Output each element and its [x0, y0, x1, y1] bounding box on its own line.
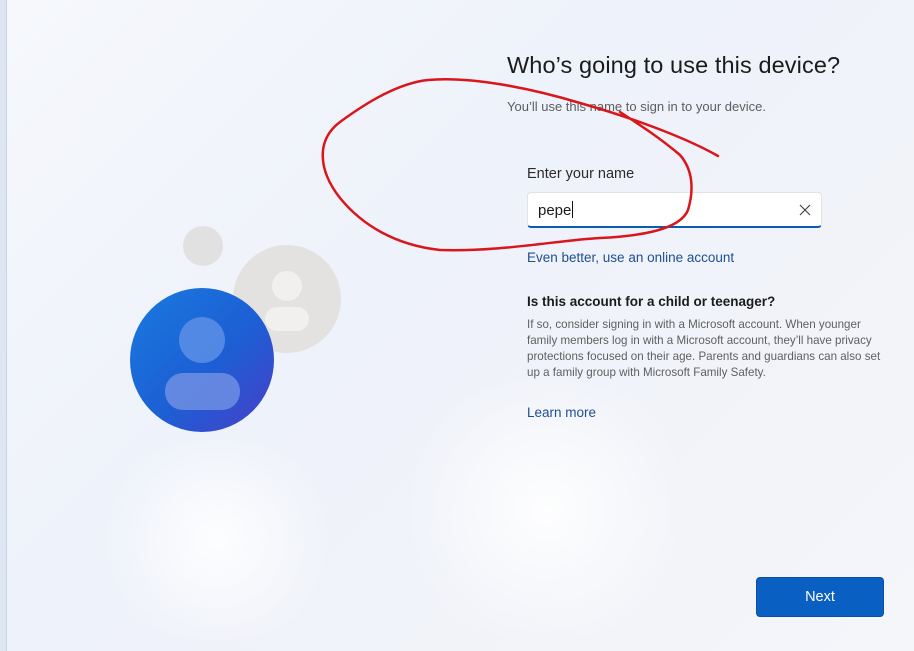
- clear-input-button[interactable]: [795, 200, 815, 220]
- online-account-link[interactable]: Even better, use an online account: [527, 250, 734, 265]
- name-input[interactable]: pepe: [527, 192, 822, 228]
- learn-more-link[interactable]: Learn more: [527, 405, 596, 420]
- page-title: Who’s going to use this device?: [507, 52, 841, 78]
- setup-window: Who’s going to use this device? You’ll u…: [6, 0, 914, 651]
- child-section-heading: Is this account for a child or teenager?: [527, 294, 776, 309]
- close-icon: [799, 204, 811, 216]
- child-section-body: If so, consider signing in with a Micros…: [527, 318, 881, 379]
- small-grey-dot: [183, 226, 223, 266]
- page-subtitle: You’ll use this name to sign in to your …: [507, 99, 766, 114]
- name-field-label: Enter your name: [527, 166, 635, 182]
- next-button[interactable]: Next: [756, 577, 884, 617]
- grey-user-icon: [233, 245, 341, 353]
- text-caret: [572, 201, 574, 218]
- background-glow: [87, 440, 347, 640]
- name-input-value[interactable]: pepe: [538, 201, 574, 219]
- blue-user-icon: [130, 288, 274, 432]
